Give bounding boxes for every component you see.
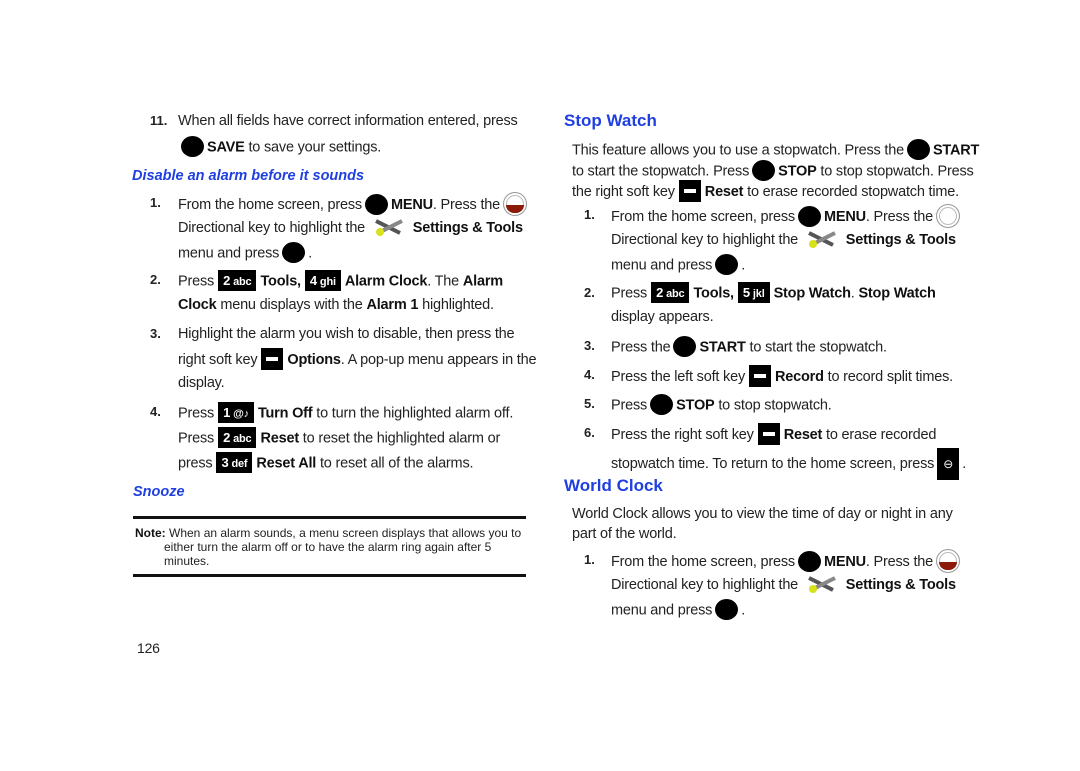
paragraph-text: This feature allows you to use a stopwat… (572, 139, 979, 162)
step-number: 11. (150, 113, 168, 128)
step-text: display. (178, 375, 225, 391)
step-number: 4. (584, 367, 595, 382)
step-text: Directional key to highlight the Setting… (178, 217, 523, 239)
note-text: minutes. (164, 554, 210, 568)
directional-key-icon (503, 192, 527, 216)
step-text: menu and press. (611, 599, 745, 622)
note-divider-bottom (133, 574, 526, 577)
step-text: Press STOP to stop stopwatch. (611, 394, 832, 417)
ok-key-icon (181, 136, 204, 157)
ok-key-icon (673, 336, 697, 357)
step-text: Directional key to highlight the Setting… (611, 574, 956, 596)
soft-key-icon (678, 180, 701, 202)
step-number: 4. (150, 404, 161, 419)
step-number: 2. (150, 272, 161, 287)
step-text: right soft key Options. A pop-up menu app… (178, 348, 537, 372)
step-text: Clock menu displays with the Alarm 1 hig… (178, 297, 494, 313)
step-text: Press 2 abc Reset to reset the highlighted … (178, 427, 500, 450)
key-2-icon: 2 abc (218, 270, 257, 291)
step-text: From the home screen, press MENU. Press t… (611, 549, 963, 575)
settings-tools-icon (807, 576, 836, 593)
key-2-icon: 2 abc (651, 282, 690, 303)
step-number: 6. (584, 425, 595, 440)
key-1-icon: 1 @♪ (218, 402, 254, 423)
step-number: 5. (584, 396, 595, 411)
step-text: stopwatch time. To return to the home sc… (611, 448, 966, 480)
ok-key-icon (906, 139, 930, 160)
step-text: menu and press. (611, 254, 745, 277)
paragraph-text: World Clock allows you to view the time … (572, 506, 953, 522)
step-text: Press the left soft key Record to record … (611, 365, 953, 389)
ok-key-icon (715, 599, 739, 620)
section-heading: World Clock (564, 476, 663, 495)
menu-key-icon (364, 193, 388, 215)
step-text: menu and press. (178, 242, 312, 265)
key-5-icon: 5 jkl (737, 282, 770, 303)
step-text: Press the START to start the stopwatch. (611, 336, 887, 359)
paragraph-text: part of the world. (572, 526, 677, 542)
section-subheading: Disable an alarm before it sounds (132, 168, 365, 184)
step-text: Directional key to highlight the Setting… (611, 229, 956, 251)
paragraph-text: the right soft key Reset to erase recorde… (572, 180, 959, 204)
note-text: either turn the alarm off or to have the… (164, 540, 492, 554)
menu-key-icon (797, 550, 821, 572)
key-3-icon: 3 def (216, 452, 253, 473)
soft-key-icon (757, 423, 780, 445)
step-text: Press 2 abc Tools, 4 ghi Alarm Clock. The Alar… (178, 270, 503, 293)
key-4-icon: 4 ghi (304, 270, 341, 291)
step-text: Highlight the alarm you wish to disable,… (178, 326, 515, 342)
page-number: 126 (137, 640, 160, 656)
settings-tools-icon (807, 231, 836, 248)
soft-key-icon (261, 348, 284, 370)
ok-key-icon (650, 394, 674, 415)
settings-tools-icon (374, 219, 403, 236)
step-text: Press the right soft key Reset to erase r… (611, 423, 936, 447)
step-number: 1. (584, 552, 595, 567)
step-text: display appears. (611, 309, 714, 325)
step-text: From the home screen, press MENU. Press t… (611, 204, 963, 230)
step-text: From the home screen, press MENU. Press t… (178, 192, 530, 218)
note-text: Note: When an alarm sounds, a menu scree… (135, 526, 522, 540)
directional-key-icon (936, 549, 960, 573)
directional-key-icon (936, 204, 960, 228)
step-number: 2. (584, 285, 595, 300)
ok-key-icon (282, 242, 306, 263)
step-text: Press 2 abc Tools, 5 jkl Stop Watch. Stop Watc… (611, 282, 936, 305)
end-key-icon: ⊖ (937, 448, 960, 480)
step-number: 1. (150, 195, 161, 210)
soft-key-icon (749, 365, 772, 387)
key-2-icon: 2 abc (218, 427, 257, 448)
step-text: When all fields have correct information… (178, 113, 518, 129)
step-number: 3. (584, 338, 595, 353)
ok-key-icon (752, 160, 776, 181)
step-text: press 3 def Reset All to reset all of the a… (178, 452, 474, 475)
step-text: Press 1 @♪ Turn Off to turn the highlighted… (178, 402, 513, 425)
section-subheading: Snooze (133, 484, 185, 500)
step-text: SAVE to save your settings. (178, 136, 381, 159)
step-number: 3. (150, 326, 161, 341)
menu-key-icon (797, 205, 821, 227)
note-divider-top (133, 516, 526, 519)
ok-key-icon (715, 254, 739, 275)
step-number: 1. (584, 207, 595, 222)
section-heading: Stop Watch (564, 111, 657, 130)
